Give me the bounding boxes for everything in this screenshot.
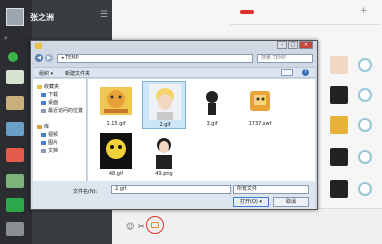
cancel-button[interactable]: 取消 [273,197,309,207]
star-icon [37,85,42,89]
file-item[interactable]: 1737.swf [238,81,282,129]
chat-avatar[interactable] [6,174,24,188]
emoji-icon[interactable]: ☺ [126,222,134,231]
tree-item-recent[interactable]: 最近访问的位置 [41,107,83,114]
message-avatar [330,180,348,198]
document-icon [41,149,46,153]
chat-avatar[interactable] [6,96,24,110]
tree-item-videos[interactable]: 视频 [41,131,58,138]
message-avatar [330,86,348,104]
file-item[interactable]: 48.gif [94,131,138,179]
menu-icon[interactable]: ☰ [100,10,108,20]
library-icon [37,125,42,129]
maximize-button[interactable]: □ [288,41,298,49]
minimize-button[interactable]: – [277,41,287,49]
divider [230,24,380,25]
address-bar[interactable]: ◂ TEMP [57,54,253,63]
message-avatar [358,150,372,164]
close-button[interactable]: ✕ [299,41,313,49]
dialog-titlebar[interactable]: – □ ✕ [31,41,317,51]
file-name: 49.png [155,171,173,177]
folder-icon[interactable] [151,222,159,228]
scissors-icon[interactable]: ✂ [138,222,145,231]
file-name: 2.gif [159,122,171,128]
message-avatar [358,58,372,72]
address-row: ◀ ▶ ◂ TEMP 搜索 TEMP [35,54,315,63]
new-folder-button[interactable]: 新建文件夹 [65,70,90,77]
folder-app-icon[interactable] [6,198,24,212]
file-item[interactable]: 3.gif [190,81,234,129]
window-buttons: – □ ✕ [277,41,313,50]
organize-button[interactable]: 组织 ▾ [39,70,53,77]
file-thumbnail [196,83,228,119]
message-avatar [330,56,348,74]
back-button[interactable]: ◀ [35,54,43,62]
user-avatar[interactable] [6,8,24,26]
file-open-dialog: – □ ✕ ◀ ▶ ◂ TEMP 搜索 TEMP 组织 ▾ 新建文件夹 ? 收藏… [30,40,318,210]
chat-avatar[interactable] [6,70,24,84]
message-avatar [358,182,372,196]
video-icon [41,133,46,137]
file-thumbnail [149,84,181,120]
file-item[interactable]: 1.15.gif [94,81,138,129]
tree-item-downloads[interactable]: 下载 [41,91,58,98]
online-status-icon [8,52,18,62]
help-icon[interactable]: ? [302,69,309,76]
picture-icon [41,141,46,145]
chat-avatar[interactable] [6,122,24,136]
folder-icon [35,43,42,49]
file-item-selected[interactable]: 2.gif [142,81,186,129]
file-item[interactable]: 49.png [142,131,186,179]
profile-header: 张之洲 ☰ [4,6,112,30]
navigation-tree: 收藏夹 下载 桌面 最近访问的位置 库 视频 图片 文档 [33,79,87,181]
file-name: 3.gif [206,121,218,127]
file-thumbnail [100,83,132,119]
notification-badge [240,10,254,14]
message-avatar [358,88,372,102]
filename-label: 文件名(N): [73,189,98,195]
download-icon [41,93,46,97]
file-name: 1737.swf [248,121,272,127]
file-name: 48.gif [108,171,124,177]
tree-item-pictures[interactable]: 图片 [41,139,58,146]
open-button[interactable]: 打开(O) ▾ [233,197,269,207]
user-name: 张之洲 [30,13,54,22]
message-avatar [330,148,348,166]
filename-input[interactable]: 2.gif [111,185,231,194]
tree-item-documents[interactable]: 文档 [41,147,58,154]
add-icon[interactable]: + [360,6,368,16]
dialog-footer: 文件名(N): 2.gif 所有文件 打开(O) ▾ 取消 [33,181,315,209]
chat-avatar[interactable] [6,222,24,236]
tree-item-favorites[interactable]: 收藏夹 [37,83,59,90]
forward-button[interactable]: ▶ [45,54,53,62]
file-thumbnail [148,133,180,169]
file-grid: 1.15.gif 2.gif 3.gif 1737.swf 48.gif 49.… [88,79,315,181]
recent-icon [41,109,46,113]
message-avatar [330,116,348,134]
search-input[interactable]: 搜索 TEMP [257,54,313,63]
file-thumbnail [244,83,276,119]
file-thumbnail [100,133,132,169]
message-avatar [358,118,372,132]
file-name: 1.15.gif [106,121,126,127]
desktop-icon [41,101,46,105]
chat-avatar[interactable] [6,148,24,162]
dialog-toolbar: 组织 ▾ 新建文件夹 ? [33,67,315,78]
filetype-select[interactable]: 所有文件 [233,185,309,194]
tree-item-libraries[interactable]: 库 [37,123,49,130]
view-options-icon[interactable] [281,69,293,76]
tree-item-desktop[interactable]: 桌面 [41,99,58,106]
